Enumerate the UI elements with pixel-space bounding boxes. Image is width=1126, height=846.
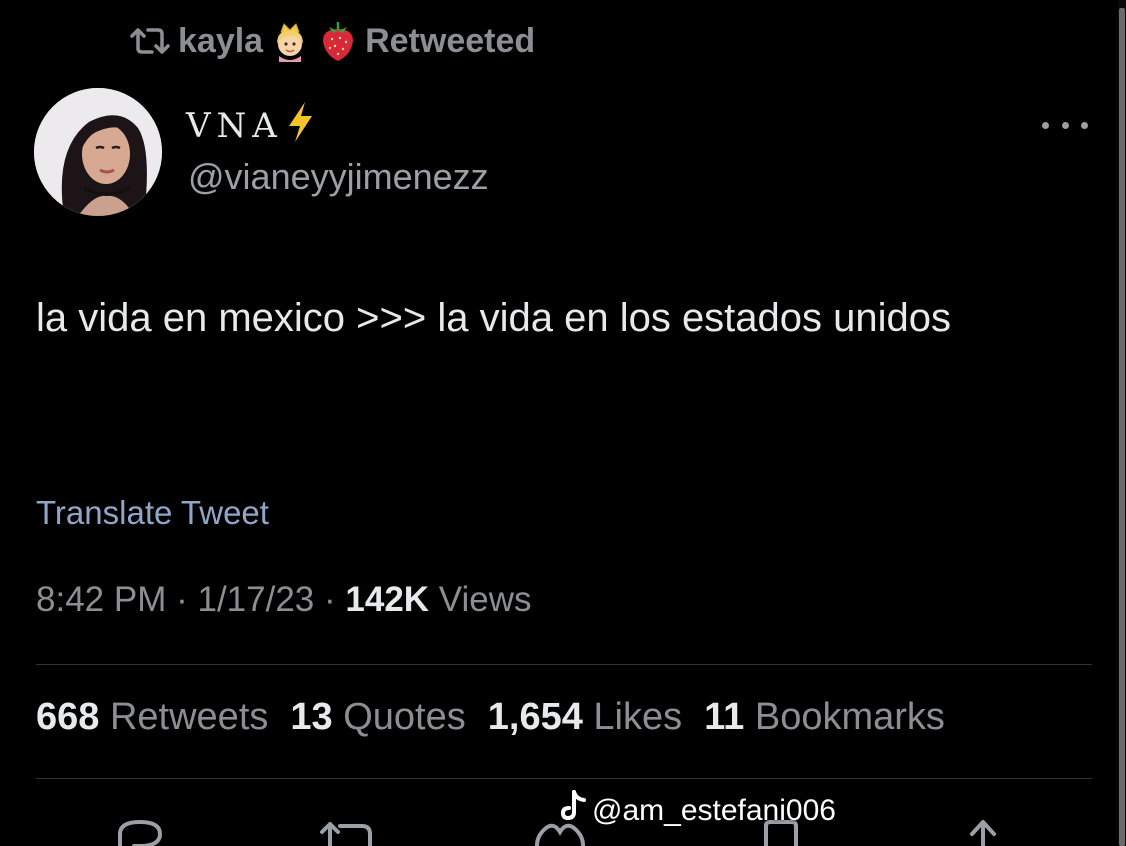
tiktok-icon: [560, 790, 588, 832]
more-options-icon[interactable]: [1040, 110, 1090, 140]
scrollbar[interactable]: [1118, 0, 1126, 846]
views-label: Views: [438, 580, 532, 619]
retweeted-label: Retweeted: [365, 21, 536, 60]
retweeter-name[interactable]: kayla: [178, 22, 263, 61]
tweet-date[interactable]: 1/17/23: [197, 580, 314, 619]
bookmarks-count: 11: [704, 696, 745, 738]
lightning-bolt-icon: [285, 100, 315, 153]
author-display-name: VNA: [186, 106, 283, 146]
reply-icon[interactable]: [110, 812, 170, 846]
retweets-stat[interactable]: 668 Retweets: [36, 696, 268, 739]
tweet-meta: 8:42 PM · 1/17/23 · 142K Views: [36, 580, 532, 620]
watermark: @am_estefani006: [560, 790, 836, 832]
meta-separator: ·: [324, 580, 346, 619]
retweet-action-icon[interactable]: [316, 812, 380, 846]
likes-label: Likes: [593, 696, 683, 738]
strawberry-emoji-icon: [317, 19, 359, 63]
scrollbar-thumb[interactable]: [1119, 8, 1125, 846]
author-handle[interactable]: @vianeyyjimenezz: [188, 156, 489, 198]
princess-emoji-icon: [269, 20, 311, 62]
divider: [36, 778, 1092, 779]
divider: [36, 664, 1092, 665]
tweet-time[interactable]: 8:42 PM: [36, 580, 166, 619]
tweet-text: la vida en mexico >>> la vida en los est…: [36, 296, 952, 340]
watermark-handle: @am_estefani006: [592, 794, 836, 827]
engagement-stats: 668 Retweets 13 Quotes 1,654 Likes 11 Bo…: [36, 696, 945, 739]
bookmarks-label: Bookmarks: [754, 696, 945, 738]
retweet-icon: [128, 26, 172, 56]
views-count: 142K: [345, 580, 430, 619]
share-icon[interactable]: [958, 812, 1008, 846]
bookmarks-stat[interactable]: 11 Bookmarks: [704, 696, 945, 739]
avatar[interactable]: [34, 88, 162, 216]
meta-separator: ·: [176, 580, 198, 619]
retweets-label: Retweets: [109, 696, 269, 738]
retweet-context: kayla Retweeted: [128, 18, 535, 64]
quotes-label: Quotes: [343, 696, 466, 738]
likes-count: 1,654: [487, 696, 583, 738]
retweets-count: 668: [36, 696, 100, 738]
author-name[interactable]: VNA: [186, 98, 315, 154]
likes-stat[interactable]: 1,654 Likes: [488, 696, 682, 739]
quotes-count: 13: [290, 696, 333, 738]
translate-tweet-link[interactable]: Translate Tweet: [36, 494, 269, 532]
quotes-stat[interactable]: 13 Quotes: [290, 696, 465, 739]
